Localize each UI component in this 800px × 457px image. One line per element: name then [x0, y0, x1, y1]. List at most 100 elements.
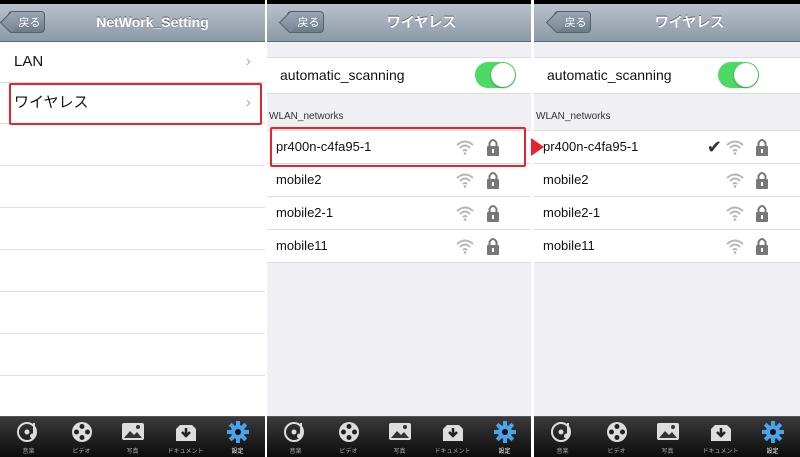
network-name: mobile2: [276, 172, 322, 187]
list-item-lan[interactable]: LAN ›: [0, 42, 265, 83]
tab-label: 設定: [766, 449, 779, 455]
back-button[interactable]: 戻る: [554, 11, 591, 33]
network-row[interactable]: pr400n-c4fa95-1 ✔: [534, 131, 800, 164]
network-row[interactable]: mobile2-1: [534, 197, 800, 230]
tab-music[interactable]: 音楽: [536, 417, 589, 457]
film-reel-icon: [607, 422, 627, 442]
photo-icon: [122, 423, 144, 440]
tab-bar: 音楽 ビデオ 写真 ドキュメント 設定: [0, 416, 265, 457]
wireless-screen: 戻る ワイヤレス automatic_scanning WLAN_network…: [267, 0, 531, 457]
film-reel-icon: [72, 422, 92, 442]
tab-music[interactable]: 音楽: [269, 417, 322, 457]
tab-document[interactable]: ドキュメント: [694, 417, 747, 457]
tab-label: 設定: [498, 449, 511, 455]
network-name: mobile2: [543, 172, 589, 187]
navigation-bar: 戻る ワイヤレス: [267, 4, 531, 42]
list-item-label: LAN: [14, 53, 44, 70]
automatic-scanning-row: automatic_scanning: [267, 57, 531, 94]
tab-label: 写真: [661, 449, 674, 455]
photo-icon: [389, 423, 411, 440]
tab-video[interactable]: ビデオ: [55, 417, 108, 457]
lock-icon: [487, 205, 499, 222]
back-button[interactable]: 戻る: [287, 11, 324, 33]
wifi-icon: [456, 239, 474, 254]
tab-document[interactable]: ドキュメント: [426, 417, 479, 457]
section-header: WLAN_networks: [536, 111, 611, 122]
wifi-icon: [726, 140, 744, 155]
tab-label: ドキュメント: [167, 449, 204, 455]
navigation-bar: 戻る NetWork_Setting: [0, 4, 265, 42]
tab-label: ビデオ: [607, 449, 626, 455]
network-row[interactable]: mobile11: [267, 230, 531, 263]
empty-row: [0, 376, 265, 418]
network-name: mobile2-1: [543, 205, 601, 220]
lock-icon: [756, 139, 768, 156]
tab-photo[interactable]: 写真: [106, 417, 159, 457]
network-name: mobile11: [276, 238, 328, 253]
tab-label: ビデオ: [339, 449, 358, 455]
tab-music[interactable]: 音楽: [2, 417, 55, 457]
network-row[interactable]: mobile2: [534, 164, 800, 197]
wifi-icon: [456, 173, 474, 188]
gear-icon: [762, 421, 784, 443]
empty-row: [0, 334, 265, 376]
tab-label: ドキュメント: [434, 449, 471, 455]
empty-row: [0, 292, 265, 334]
network-list: pr400n-c4fa95-1 ✔ mobile2 mobile2-1 mobi…: [534, 130, 800, 263]
tab-document[interactable]: ドキュメント: [159, 417, 212, 457]
section-header: WLAN_networks: [269, 111, 344, 122]
network-row[interactable]: mobile11: [534, 230, 800, 263]
network-row[interactable]: mobile2-1: [267, 197, 531, 230]
tab-photo[interactable]: 写真: [641, 417, 694, 457]
network-row[interactable]: mobile2: [267, 164, 531, 197]
wifi-icon: [726, 206, 744, 221]
automatic-scanning-toggle[interactable]: [475, 62, 516, 88]
automatic-scanning-toggle[interactable]: [718, 62, 759, 88]
tab-photo[interactable]: 写真: [373, 417, 426, 457]
tab-bar: 音楽 ビデオ 写真 ドキュメント 設定: [534, 416, 800, 457]
document-download-icon: [176, 425, 196, 441]
empty-row: [0, 250, 265, 292]
automatic-scanning-label: automatic_scanning: [280, 67, 405, 83]
wifi-icon: [726, 239, 744, 254]
tab-label: 写真: [393, 449, 406, 455]
tab-settings[interactable]: 設定: [211, 417, 264, 457]
tab-label: 音楽: [22, 449, 35, 455]
document-download-icon: [711, 425, 731, 441]
music-icon: [17, 422, 37, 442]
photo-icon: [657, 423, 679, 440]
tab-label: 音楽: [289, 449, 302, 455]
chevron-right-icon: ›: [245, 53, 251, 70]
tab-settings[interactable]: 設定: [478, 417, 531, 457]
empty-row: [0, 124, 265, 166]
tab-label: ドキュメント: [702, 449, 739, 455]
tab-video[interactable]: ビデオ: [322, 417, 375, 457]
tab-label: 設定: [231, 449, 244, 455]
network-name: mobile2-1: [276, 205, 334, 220]
film-reel-icon: [339, 422, 359, 442]
music-icon: [551, 422, 571, 442]
wifi-icon: [456, 206, 474, 221]
tab-settings[interactable]: 設定: [746, 417, 799, 457]
automatic-scanning-row: automatic_scanning: [534, 57, 800, 94]
lock-icon: [756, 172, 768, 189]
page-title: ワイヤレス: [654, 14, 725, 30]
automatic-scanning-label: automatic_scanning: [547, 67, 672, 83]
network-name: mobile11: [543, 238, 595, 253]
highlight-box: [270, 127, 526, 167]
network-setting-screen: 戻る NetWork_Setting LAN › ワイヤレス › 音楽 ビデオ: [0, 0, 265, 457]
empty-row: [0, 208, 265, 250]
tab-label: 写真: [126, 449, 139, 455]
lock-icon: [487, 172, 499, 189]
tab-video[interactable]: ビデオ: [590, 417, 643, 457]
highlight-box: [9, 83, 262, 125]
lock-icon: [487, 238, 499, 255]
document-download-icon: [443, 425, 463, 441]
empty-row: [0, 166, 265, 208]
checkmark-icon: ✔: [706, 137, 722, 157]
gear-icon: [227, 421, 249, 443]
wifi-icon: [726, 173, 744, 188]
gear-icon: [494, 421, 516, 443]
lock-icon: [756, 205, 768, 222]
tab-label: 音楽: [556, 449, 569, 455]
